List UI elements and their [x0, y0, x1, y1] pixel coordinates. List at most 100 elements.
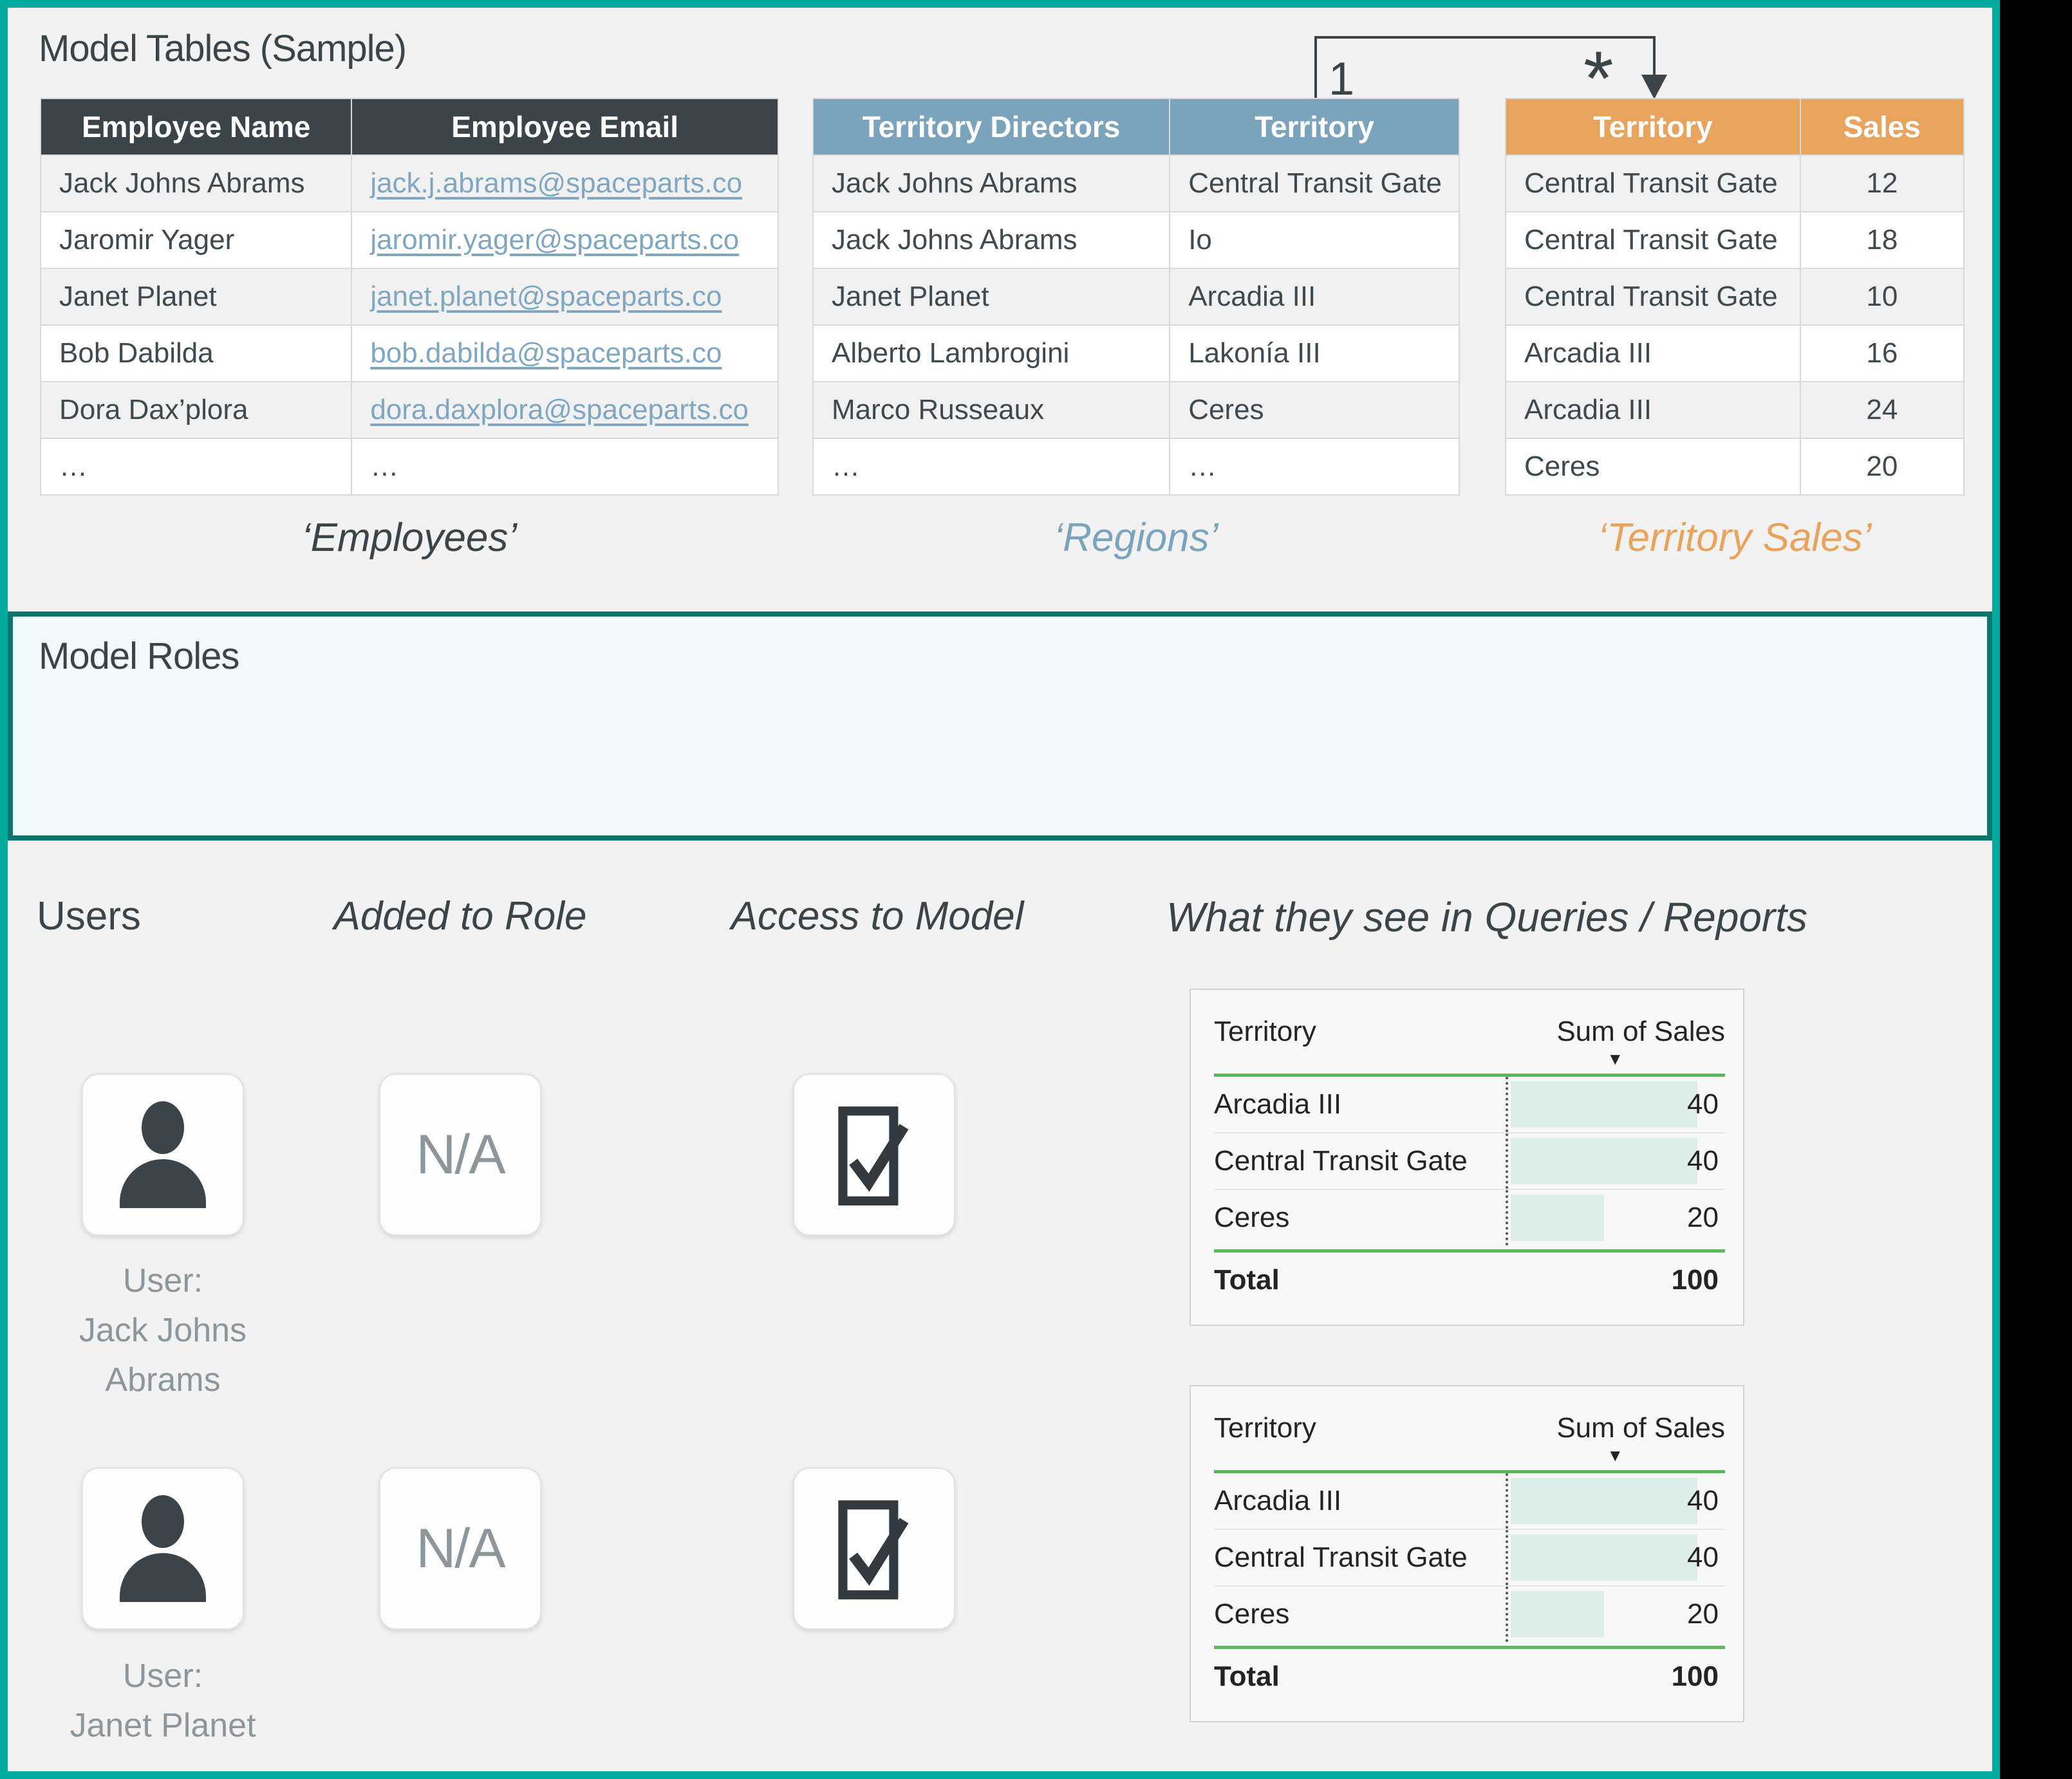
access-card	[793, 1074, 955, 1236]
table-cell: Janet Planet	[813, 268, 1170, 325]
table-row: Alberto LambroginiLakonía III	[813, 325, 1459, 382]
model-tables-title: Model Tables (Sample)	[39, 27, 406, 70]
data-bar	[1511, 1138, 1697, 1184]
screenshot-root: { "colors": { "outer_border": "#01ab9e",…	[0, 0, 2072, 1779]
report-territory-cell: Ceres	[1214, 1598, 1506, 1630]
report-total-row: Total 100	[1214, 1253, 1725, 1296]
email-link[interactable]: bob.dabilda@spaceparts.co	[370, 337, 722, 369]
access-card	[793, 1467, 955, 1630]
report-header: Territory Sum of Sales ▼	[1214, 1403, 1725, 1466]
report-sum-header: Sum of Sales ▼	[1506, 1007, 1725, 1070]
user-caption-line: Janet Planet	[15, 1701, 311, 1751]
user-caption-line: Abrams	[15, 1355, 311, 1405]
column-header: Sales	[1800, 98, 1964, 155]
table-row: Jack Johns Abramsjack.j.abrams@spacepart…	[41, 155, 778, 212]
report-total-value: 100	[1506, 1264, 1725, 1296]
table-cell: jaromir.yager@spaceparts.co	[351, 212, 778, 268]
model-roles-title: Model Roles	[39, 635, 239, 678]
table-cell: Arcadia III	[1506, 382, 1800, 438]
table-row: Janet Planetjanet.planet@spaceparts.co	[41, 268, 778, 325]
person-icon	[120, 1101, 206, 1208]
table-header-row: TerritorySales	[1506, 98, 1964, 155]
table-row: Jaromir Yager jaromir.yager@spaceparts.co	[41, 212, 778, 268]
checked-checkbox-icon	[832, 1493, 917, 1604]
report-value: 20	[1687, 1190, 1719, 1245]
table-cell: Jaromir Yager	[41, 212, 351, 268]
table-cell: Central Transit Gate	[1506, 155, 1800, 212]
report-table: Territory Sum of Sales ▼ Arcadia III40Ce…	[1190, 989, 1744, 1326]
report-value-cell: 20	[1506, 1587, 1725, 1642]
table-row: ……	[41, 438, 778, 495]
report-row: Ceres20	[1214, 1189, 1725, 1245]
what-they-see-column-header: What they see in Queries / Reports	[1166, 893, 1807, 941]
table-cell: Alberto Lambrogini	[813, 325, 1170, 382]
report-value: 20	[1687, 1587, 1719, 1642]
table-row: Ceres20	[1506, 438, 1964, 495]
report-table: Territory Sum of Sales ▼ Arcadia III40Ce…	[1190, 1385, 1744, 1722]
report-sum-header-label: Sum of Sales	[1556, 1016, 1725, 1047]
table-cell: 18	[1800, 212, 1964, 268]
table-row: Jack Johns AbramsCentral Transit Gate	[813, 155, 1459, 212]
table-cell: janet.planet@spaceparts.co	[351, 268, 778, 325]
user-caption-line: User:	[15, 1256, 311, 1306]
table-cell: 20	[1800, 438, 1964, 495]
relationship-line	[1314, 36, 1317, 99]
report-territory-cell: Arcadia III	[1214, 1485, 1506, 1517]
report-value: 40	[1687, 1473, 1719, 1529]
report-territory-header: Territory	[1214, 1403, 1506, 1466]
report-value-cell: 20	[1506, 1190, 1725, 1245]
table-cell: Lakonía III	[1170, 325, 1459, 382]
regions-caption: ‘Regions’	[812, 515, 1460, 561]
report-row: Central Transit Gate40	[1214, 1132, 1725, 1189]
table-cell: 12	[1800, 155, 1964, 212]
report-total-value: 100	[1506, 1661, 1725, 1693]
table-row: Jack Johns AbramsIo	[813, 212, 1459, 268]
table-cell: Jack Johns Abrams	[813, 155, 1170, 212]
table-row: Dora Dax’plora dora.daxplora@spaceparts.c…	[41, 382, 778, 438]
table-cell: Arcadia III	[1170, 268, 1459, 325]
arrow-down-icon	[1641, 75, 1667, 99]
report-value-cell: 40	[1506, 1473, 1725, 1529]
table-cell: Marco Russeaux	[813, 382, 1170, 438]
model-roles-section: Model Roles	[8, 611, 1992, 841]
role-na-card: N/A	[379, 1467, 541, 1630]
table-row: ……	[813, 438, 1459, 495]
users-column-header: Users	[37, 893, 141, 939]
checked-checkbox-icon	[832, 1099, 917, 1210]
table-cell: 16	[1800, 325, 1964, 382]
table-cell: Arcadia III	[1506, 325, 1800, 382]
email-link[interactable]: dora.daxplora@spaceparts.co	[370, 394, 749, 425]
email-link[interactable]: jaromir.yager@spaceparts.co	[370, 224, 739, 256]
column-header: Territory	[1506, 98, 1800, 155]
table-cell: …	[1170, 438, 1459, 495]
report-value: 40	[1687, 1077, 1719, 1132]
table-cell: Central Transit Gate	[1170, 155, 1459, 212]
employees-caption: ‘Employees’	[40, 515, 779, 561]
report-row: Ceres 20	[1214, 1585, 1725, 1642]
email-link[interactable]: jack.j.abrams@spaceparts.co	[370, 167, 742, 199]
table-header-row: Territory DirectorsTerritory	[813, 98, 1459, 155]
report-row: Arcadia III40	[1214, 1077, 1725, 1132]
employees-table: Employee NameEmployee Email Jack Johns A…	[40, 98, 779, 496]
table-row: Arcadia III16	[1506, 325, 1964, 382]
report-row: Central Transit Gate 40	[1214, 1529, 1725, 1585]
report-total-row: Total 100	[1214, 1649, 1725, 1693]
report-row: Arcadia III 40	[1214, 1473, 1725, 1529]
user-caption: User: Janet Planet	[15, 1652, 311, 1751]
territory-sales-table: TerritorySales Central Transit Gate12Cen…	[1505, 98, 1965, 496]
report-value: 40	[1687, 1133, 1719, 1189]
table-cell: Dora Dax’plora	[41, 382, 351, 438]
user-caption-line: Jack Johns	[15, 1306, 311, 1355]
table-cell: Bob Dabilda	[41, 325, 351, 382]
added-to-role-column-header: Added to Role	[334, 893, 587, 939]
table-cell: Io	[1170, 212, 1459, 268]
table-cell: Central Transit Gate	[1506, 212, 1800, 268]
email-link[interactable]: janet.planet@spaceparts.co	[370, 281, 722, 312]
report-value: 40	[1687, 1530, 1719, 1585]
table-cell: Ceres	[1506, 438, 1800, 495]
table-cell: 24	[1800, 382, 1964, 438]
report-territory-cell: Central Transit Gate	[1214, 1541, 1506, 1574]
user-caption: User: Jack Johns Abrams	[15, 1256, 311, 1405]
report-total-label: Total	[1214, 1264, 1506, 1296]
table-cell: dora.daxplora@spaceparts.co	[351, 382, 778, 438]
